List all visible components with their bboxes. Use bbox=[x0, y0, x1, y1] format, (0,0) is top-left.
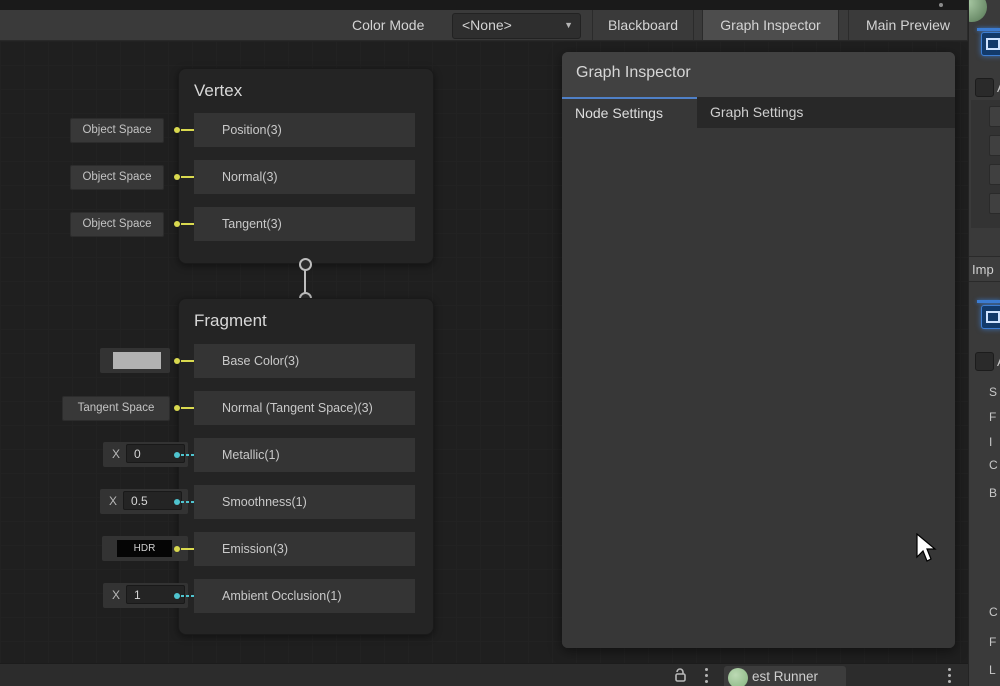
shader-graph-window: Color Mode <None> ▼ Blackboard Graph Ins… bbox=[0, 0, 1000, 686]
normal-ts-space-dropdown[interactable]: Tangent Space bbox=[62, 396, 170, 421]
tab-node-settings[interactable]: Node Settings bbox=[562, 97, 697, 128]
test-runner-label: est Runner bbox=[752, 666, 818, 686]
kebab-menu-icon[interactable] bbox=[948, 674, 951, 677]
clipped-inspector-panel: A Imp A S F I C B C F L bbox=[968, 0, 1000, 686]
main-preview-button[interactable]: Main Preview bbox=[848, 10, 968, 40]
color-mode-value: <None> bbox=[453, 17, 512, 33]
kebab-menu-icon[interactable] bbox=[705, 674, 708, 677]
wire-dot bbox=[174, 221, 180, 227]
shader-graph-icon-wire bbox=[977, 28, 1000, 31]
clipped-field-label: F bbox=[989, 410, 996, 424]
hdr-color-swatch[interactable]: HDR bbox=[117, 540, 172, 557]
fragment-node-title: Fragment bbox=[194, 311, 267, 331]
clipped-field-label: C bbox=[989, 605, 998, 619]
tab-test-runner[interactable]: est Runner bbox=[724, 666, 846, 686]
clipped-field-label: C bbox=[989, 458, 998, 472]
clipped-field[interactable] bbox=[989, 164, 1000, 185]
wire-dot bbox=[174, 405, 180, 411]
shader-graph-asset-icon bbox=[981, 32, 1000, 56]
x-component-label: X bbox=[112, 583, 120, 608]
clipped-field[interactable] bbox=[989, 106, 1000, 127]
shader-graph-asset-icon bbox=[981, 305, 1000, 329]
port-row[interactable]: Smoothness(1) bbox=[194, 485, 415, 519]
port-row[interactable]: Tangent(3) bbox=[194, 207, 415, 241]
window-top-strip bbox=[0, 0, 1000, 10]
port-row[interactable]: Emission(3) bbox=[194, 532, 415, 566]
clipped-field[interactable] bbox=[989, 193, 1000, 214]
clipped-field-label: F bbox=[989, 635, 996, 649]
x-component-label: X bbox=[109, 489, 117, 514]
wire-dot bbox=[174, 452, 180, 458]
tangent-space-dropdown[interactable]: Object Space bbox=[70, 212, 164, 237]
material-preview-sphere-icon bbox=[968, 0, 987, 22]
bottom-bar: est Runner bbox=[0, 663, 968, 686]
clipped-field[interactable] bbox=[989, 135, 1000, 156]
color-mode-label: Color Mode bbox=[352, 10, 424, 40]
port-row[interactable]: Metallic(1) bbox=[194, 438, 415, 472]
vertex-node-title: Vertex bbox=[194, 81, 242, 101]
inspector-tab-row: Node Settings Graph Settings bbox=[562, 97, 955, 128]
graph-inspector-panel: Graph Inspector Node Settings Graph Sett… bbox=[562, 52, 955, 648]
wire-dot bbox=[174, 127, 180, 133]
port-row[interactable]: Normal (Tangent Space)(3) bbox=[194, 391, 415, 425]
importer-enabled-checkbox[interactable] bbox=[975, 352, 994, 371]
color-swatch[interactable] bbox=[113, 352, 161, 369]
wire-dot bbox=[174, 174, 180, 180]
mouse-cursor bbox=[915, 533, 937, 563]
position-space-dropdown[interactable]: Object Space bbox=[70, 118, 164, 143]
inspector-body bbox=[562, 128, 955, 648]
port-row[interactable]: Position(3) bbox=[194, 113, 415, 147]
tab-graph-settings[interactable]: Graph Settings bbox=[710, 97, 840, 128]
stack-link-top-circle bbox=[299, 258, 312, 271]
wire-dot bbox=[174, 593, 180, 599]
normal-space-dropdown[interactable]: Object Space bbox=[70, 165, 164, 190]
wire-dot bbox=[174, 499, 180, 505]
graph-inspector-title: Graph Inspector bbox=[576, 64, 691, 82]
wire-dot bbox=[174, 358, 180, 364]
port-row[interactable]: Base Color(3) bbox=[194, 344, 415, 378]
inspector-subpanel bbox=[971, 100, 1000, 228]
port-row[interactable]: Ambient Occlusion(1) bbox=[194, 579, 415, 613]
unlock-icon[interactable] bbox=[672, 667, 688, 683]
base-color-control[interactable] bbox=[100, 348, 170, 373]
clipped-field-label: I bbox=[989, 435, 992, 449]
inspector-enabled-checkbox[interactable] bbox=[975, 78, 994, 97]
clipped-field-label: S bbox=[989, 385, 997, 399]
graph-inspector-button[interactable]: Graph Inspector bbox=[702, 10, 839, 40]
clipped-field-label: B bbox=[989, 486, 997, 500]
port-row[interactable]: Normal(3) bbox=[194, 160, 415, 194]
overflow-dot-icon bbox=[939, 3, 943, 7]
chevron-down-icon: ▼ bbox=[564, 14, 573, 36]
import-settings-header[interactable]: Imp bbox=[969, 256, 1000, 282]
wire-dot bbox=[174, 546, 180, 552]
graph-inspector-header[interactable]: Graph Inspector bbox=[562, 52, 955, 97]
test-runner-status-icon bbox=[728, 668, 748, 686]
shader-graph-toolbar: Color Mode <None> ▼ Blackboard Graph Ins… bbox=[0, 10, 968, 41]
blackboard-button[interactable]: Blackboard bbox=[592, 10, 694, 40]
x-component-label: X bbox=[112, 442, 120, 467]
shader-graph-icon-wire bbox=[977, 300, 1000, 303]
clipped-field-label: L bbox=[989, 663, 996, 677]
color-mode-dropdown[interactable]: <None> ▼ bbox=[452, 13, 581, 39]
